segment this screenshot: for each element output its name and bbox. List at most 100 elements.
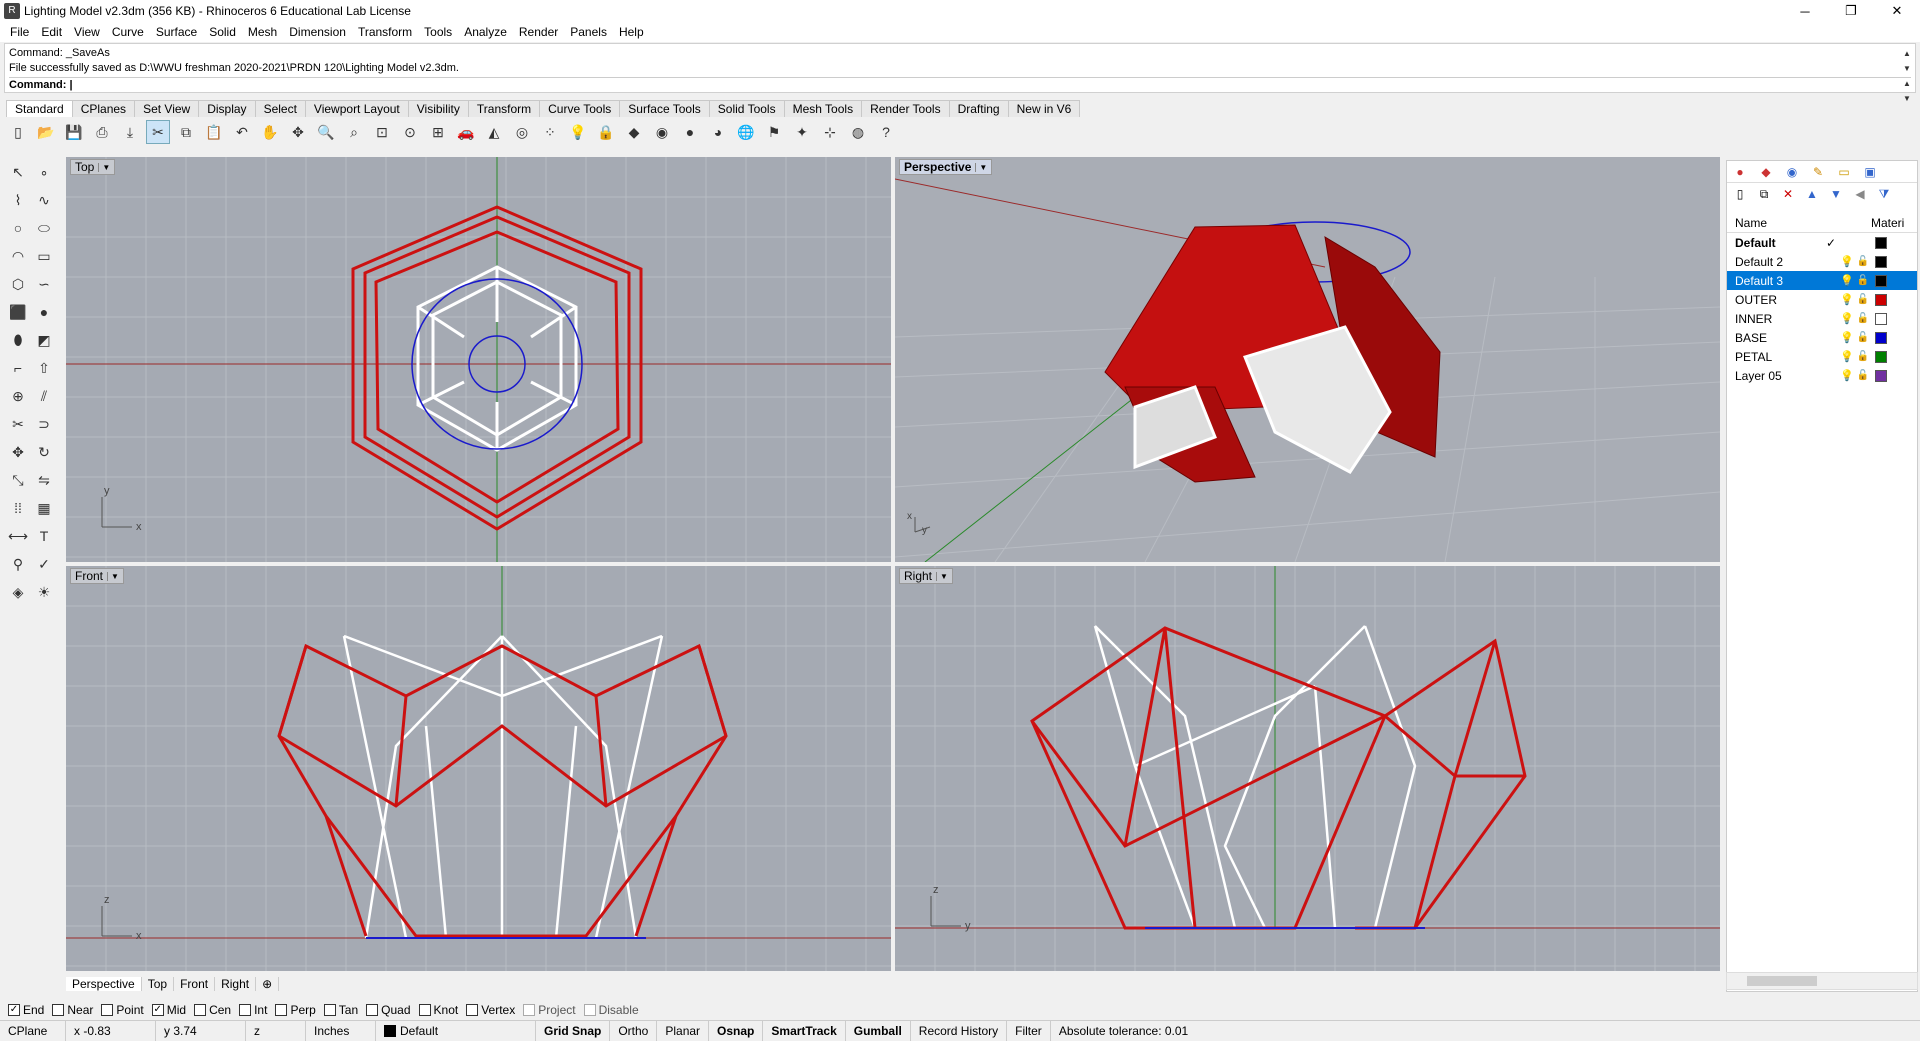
chevron-down-icon[interactable]: ▼ [107, 571, 119, 581]
layer-color-swatch[interactable] [1875, 236, 1887, 249]
lock-icon[interactable]: 🔒 [594, 120, 618, 144]
print-icon[interactable]: ⎙ [90, 120, 114, 144]
osnap-perp[interactable]: Perp [275, 1003, 316, 1017]
toolbar-tab-render-tools[interactable]: Render Tools [861, 100, 950, 117]
menu-view[interactable]: View [68, 25, 106, 39]
chevron-down-icon[interactable]: ▼ [975, 162, 987, 172]
layer-lock-icon[interactable]: 🔓 [1855, 256, 1871, 267]
sphere-tool-icon[interactable]: ● [32, 300, 56, 324]
viewport-tab-front[interactable]: Front [174, 977, 216, 991]
layer-color-swatch[interactable] [1875, 331, 1887, 344]
toolbar-tab-select[interactable]: Select [254, 100, 306, 117]
select-icon[interactable]: ↖ [6, 160, 30, 184]
osnap-checkbox[interactable] [366, 1004, 379, 1016]
layer-row[interactable]: Default ✓ [1727, 233, 1917, 252]
paste-icon[interactable]: 📋 [202, 120, 226, 144]
osnap-checkbox[interactable] [323, 1004, 336, 1016]
toolbar-tab-curve-tools[interactable]: Curve Tools [539, 100, 621, 117]
curve-icon[interactable]: ∿ [32, 188, 56, 212]
osnap-near[interactable]: Near [52, 1003, 93, 1017]
menu-solid[interactable]: Solid [203, 25, 242, 39]
move-up-icon[interactable]: ▲ [1803, 185, 1821, 203]
rotate-icon[interactable]: ↻ [32, 440, 56, 464]
mirror-icon[interactable]: ⇋ [32, 468, 56, 492]
boolean-icon[interactable]: ⊕ [6, 384, 30, 408]
menu-edit[interactable]: Edit [35, 25, 68, 39]
viewport-top[interactable]: Top ▼ x y [66, 157, 891, 562]
osnap-checkbox[interactable] [523, 1004, 536, 1016]
toolbar-tab-solid-tools[interactable]: Solid Tools [708, 100, 785, 117]
grid-icon[interactable]: ⊹ [818, 120, 842, 144]
layer-visibility-bulb-icon[interactable]: 💡 [1839, 274, 1855, 287]
new-sublayer-icon[interactable]: ⧉ [1755, 185, 1773, 203]
cplane-label[interactable]: CPlane [0, 1020, 66, 1041]
arc-icon[interactable]: ◠ [6, 244, 30, 268]
layer-visibility-bulb-icon[interactable]: 💡 [1839, 350, 1855, 363]
four-viewports-icon[interactable]: ⊞ [426, 120, 450, 144]
layer-lock-icon[interactable]: 🔓 [1855, 351, 1871, 362]
layer-row[interactable]: INNER 💡 🔓 [1727, 309, 1917, 328]
move-icon[interactable]: ✥ [6, 440, 30, 464]
osnap-cen[interactable]: Cen [194, 1003, 231, 1017]
osnap-checkbox[interactable]: ✓ [8, 1004, 20, 1016]
point-icon[interactable]: ∘ [32, 160, 56, 184]
menu-transform[interactable]: Transform [352, 25, 418, 39]
osnap-knot[interactable]: Knot [418, 1003, 458, 1017]
scroll-thumb[interactable] [1747, 976, 1817, 986]
layer-row[interactable]: BASE 💡 🔓 [1727, 328, 1917, 347]
polygon-icon[interactable]: ⬡ [6, 272, 30, 296]
menu-help[interactable]: Help [613, 25, 650, 39]
scale-icon[interactable]: ⤡ [6, 468, 30, 492]
smarttrack-toggle[interactable]: SmartTrack [763, 1020, 846, 1041]
layer-color-swatch[interactable] [1875, 255, 1887, 268]
new-layer-icon[interactable]: ▯ [1731, 185, 1749, 203]
osnap-tan[interactable]: Tan [323, 1003, 358, 1017]
viewport-tab-right[interactable]: Right [215, 977, 257, 991]
zoom-icon[interactable]: 🔍 [314, 120, 338, 144]
move-left-icon[interactable]: ◀ [1851, 185, 1869, 203]
render-sphere-icon[interactable]: ◕ [706, 120, 730, 144]
layer-row[interactable]: PETAL 💡 🔓 [1727, 347, 1917, 366]
planar-toggle[interactable]: Planar [657, 1020, 710, 1041]
maximize-button[interactable]: ❐ [1828, 0, 1874, 22]
toolbar-tab-visibility[interactable]: Visibility [407, 100, 469, 117]
gumball-toggle[interactable]: Gumball [846, 1020, 911, 1041]
chevron-down-icon[interactable]: ▼ [98, 162, 110, 172]
add-viewport-tab-icon[interactable]: ⊕ [256, 977, 280, 991]
toolbar-tab-standard[interactable]: Standard [6, 100, 73, 117]
toolbar-tab-set-view[interactable]: Set View [134, 100, 200, 117]
menu-file[interactable]: File [4, 25, 35, 39]
display-tab-icon[interactable]: ▣ [1861, 163, 1879, 181]
analyze-icon[interactable]: ⚲ [6, 552, 30, 576]
osnap-point[interactable]: Point [101, 1003, 144, 1017]
layer-color-swatch[interactable] [1875, 350, 1887, 363]
osnap-checkbox[interactable]: ✓ [151, 1004, 164, 1016]
layer-row[interactable]: Default 2 💡 🔓 [1727, 252, 1917, 271]
toolbar-tab-viewport-layout[interactable]: Viewport Layout [304, 100, 409, 117]
layer-row[interactable]: Layer 05 💡 🔓 [1727, 366, 1917, 385]
viewport-title-top[interactable]: Top ▼ [70, 159, 116, 175]
zoom-window-icon[interactable]: ⌕ [342, 120, 366, 144]
osnap-toggle[interactable]: Osnap [709, 1020, 764, 1041]
osnap-checkbox[interactable] [583, 1004, 596, 1016]
light-tool-icon[interactable]: ☀ [32, 580, 56, 604]
filter-icon[interactable]: ⧩ [1875, 185, 1893, 203]
layer-visibility-bulb-icon[interactable]: 💡 [1839, 331, 1855, 344]
split-icon[interactable]: ⫽ [32, 384, 56, 408]
layers-horizontal-scrollbar[interactable] [1726, 972, 1918, 990]
layer-icon[interactable]: ◆ [622, 120, 646, 144]
polyline-icon[interactable]: ⌇ [6, 188, 30, 212]
viewport-tab-perspective[interactable]: Perspective [66, 977, 142, 991]
properties-tab-icon[interactable]: ● [1731, 163, 1749, 181]
import-icon[interactable]: ⤓ [118, 120, 142, 144]
layer-lock-icon[interactable]: 🔓 [1855, 313, 1871, 324]
toolbar-tab-transform[interactable]: Transform [467, 100, 541, 117]
layer-visibility-bulb-icon[interactable]: 💡 [1839, 255, 1855, 268]
move-down-icon[interactable]: ▼ [1827, 185, 1845, 203]
grid-snap-toggle[interactable]: Grid Snap [536, 1020, 611, 1041]
osnap-checkbox[interactable] [194, 1004, 207, 1016]
toolbar-tab-drafting[interactable]: Drafting [948, 100, 1009, 117]
viewport-front[interactable]: Front ▼ x z [66, 566, 891, 971]
render-tool-icon[interactable]: ◈ [6, 580, 30, 604]
toolbar-tab-cplanes[interactable]: CPlanes [71, 100, 136, 117]
